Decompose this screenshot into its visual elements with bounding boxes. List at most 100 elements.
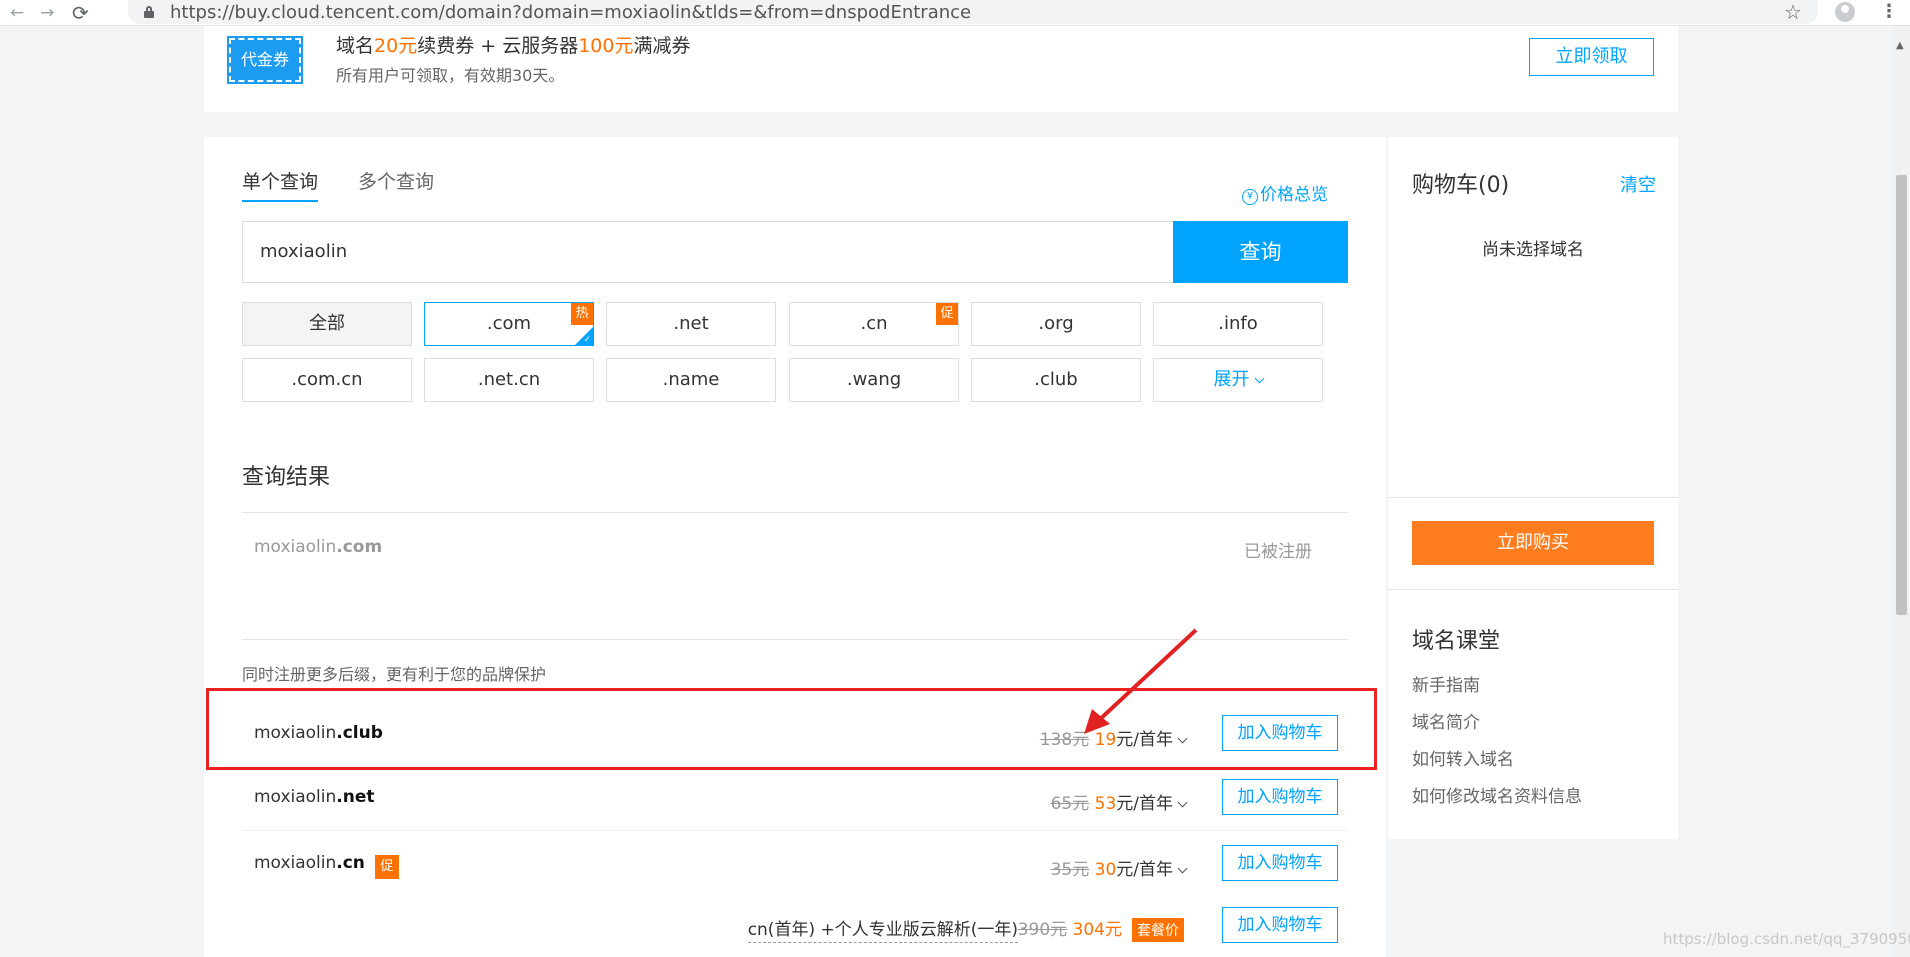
- scroll-up-arrow-icon[interactable]: ▲: [1896, 40, 1904, 51]
- divider: [1388, 497, 1678, 498]
- coupon-amount: 100元: [578, 35, 634, 57]
- sale-price: 53: [1094, 794, 1117, 814]
- bundle-offer-row: cn(首年) +个人专业版云解析(一年) 390元 304元 套餐价 加入购物车: [242, 907, 1348, 957]
- watermark-text: https://blog.csdn.net/qq_37909508: [1663, 930, 1910, 948]
- cart-panel: 购物车(0) 清空 尚未选择域名 立即购买 域名课堂 新手指南 域名简介 如何转…: [1388, 137, 1678, 839]
- bundle-description[interactable]: cn(首年) +个人专业版云解析(一年): [747, 915, 1018, 943]
- coupon-banner: 代金券 域名20元续费券 + 云服务器100元满减券 所有用户可领取，有效期30…: [204, 26, 1678, 112]
- domain-search-panel: 单个查询 多个查询 ¥ 价格总览 moxiaolin 查询 全部 .com 热 ✓…: [204, 137, 1386, 957]
- price-overview-label: 价格总览: [1260, 185, 1328, 205]
- price-unit: 元: [1105, 920, 1122, 940]
- coupon-title-part: 域名: [336, 35, 375, 57]
- more-suffix-hint: 同时注册更多后缀，更有利于您的品牌保护: [242, 665, 547, 684]
- domain-tld: .com: [336, 537, 383, 557]
- tld-wang[interactable]: .wang: [789, 358, 959, 402]
- price-unit: 元/首年: [1116, 794, 1173, 814]
- domain-tld: .cn: [336, 853, 365, 873]
- profile-avatar-icon[interactable]: [1835, 2, 1855, 22]
- bookmark-star-icon[interactable]: ☆: [1784, 0, 1802, 24]
- coupon-ticket-icon: 代金券: [227, 36, 303, 84]
- cart-empty-message: 尚未选择域名: [1482, 240, 1584, 260]
- package-price-tag: 套餐价: [1132, 918, 1184, 942]
- url-text[interactable]: https://buy.cloud.tencent.com/domain?dom…: [170, 2, 971, 23]
- results-title: 查询结果: [242, 465, 331, 490]
- chevron-down-icon: [1254, 373, 1264, 384]
- tld-net-cn[interactable]: .net.cn: [424, 358, 594, 402]
- add-to-cart-button[interactable]: 加入购物车: [1222, 779, 1338, 815]
- tld-all[interactable]: 全部: [242, 302, 412, 346]
- domain-result-row: moxiaolin.net 65元 53元/首年 加入购物车: [242, 767, 1348, 831]
- promo-tag: 促: [936, 303, 958, 325]
- clear-cart-link[interactable]: 清空: [1620, 171, 1656, 197]
- classroom-link[interactable]: 域名简介: [1412, 708, 1480, 733]
- tld-label: .cn: [860, 313, 888, 334]
- registered-status: 已被注册: [1244, 542, 1312, 562]
- coupon-title: 域名20元续费券 + 云服务器100元满减券: [336, 31, 690, 58]
- domain-name: moxiaolin.cn 促: [254, 853, 399, 879]
- original-price: 65元: [1050, 794, 1090, 814]
- domain-stem: moxiaolin: [254, 537, 337, 557]
- domain-stem: moxiaolin: [254, 853, 337, 873]
- tld-club[interactable]: .club: [971, 358, 1141, 402]
- tld-com[interactable]: .com 热 ✓: [424, 302, 594, 346]
- browser-menu-icon[interactable]: ⋮: [1880, 1, 1898, 22]
- tld-name[interactable]: .name: [606, 358, 776, 402]
- annotation-highlight-box: [206, 688, 1377, 770]
- divider: [1388, 589, 1678, 590]
- sale-price: 30: [1094, 860, 1117, 880]
- original-price: 35元: [1050, 860, 1090, 880]
- classroom-link[interactable]: 新手指南: [1412, 671, 1480, 696]
- claim-coupon-button[interactable]: 立即领取: [1529, 38, 1654, 76]
- tab-multi-query[interactable]: 多个查询: [358, 167, 434, 200]
- reload-icon[interactable]: ⟳: [72, 3, 89, 23]
- add-to-cart-button[interactable]: 加入购物车: [1222, 845, 1338, 881]
- tld-cn[interactable]: .cn 促: [789, 302, 959, 346]
- add-bundle-to-cart-button[interactable]: 加入购物车: [1222, 907, 1338, 943]
- coupon-title-part: 满减券: [633, 35, 691, 57]
- domain-stem: moxiaolin: [254, 787, 337, 807]
- price-icon: ¥: [1242, 189, 1258, 205]
- search-button[interactable]: 查询: [1173, 221, 1348, 283]
- check-mark-icon: ✓: [583, 335, 591, 345]
- chevron-down-icon: [1177, 797, 1188, 808]
- domain-search-input[interactable]: moxiaolin: [242, 221, 1176, 283]
- buy-now-button[interactable]: 立即购买: [1412, 521, 1654, 565]
- tld-net[interactable]: .net: [606, 302, 776, 346]
- tld-info[interactable]: .info: [1153, 302, 1323, 346]
- domain-tld: .net: [336, 787, 375, 807]
- tld-label: .com: [486, 313, 532, 334]
- tld-com-cn[interactable]: .com.cn: [242, 358, 412, 402]
- sale-price: 304: [1072, 920, 1105, 940]
- coupon-subtitle: 所有用户可领取，有效期30天。: [336, 66, 565, 85]
- divider: [242, 512, 1348, 513]
- domain-price[interactable]: 35元 30元/首年: [1050, 855, 1188, 880]
- coupon-title-part: 续费券 + 云服务器: [417, 35, 579, 57]
- bundle-price: 390元 304元 套餐价: [1018, 915, 1184, 942]
- domain-classroom-title: 域名课堂: [1412, 629, 1501, 654]
- classroom-link[interactable]: 如何修改域名资料信息: [1412, 782, 1582, 807]
- browser-toolbar: ← → ⟳ https://buy.cloud.tencent.com/doma…: [0, 0, 1910, 26]
- scrollbar-thumb[interactable]: [1896, 175, 1907, 615]
- cart-title: 购物车(0): [1412, 173, 1510, 198]
- promo-badge: 促: [374, 855, 399, 879]
- expand-tlds-button[interactable]: 展开: [1153, 358, 1323, 402]
- domain-name: moxiaolin.net: [254, 787, 374, 807]
- domain-result-row: moxiaolin.cn 促 35元 30元/首年 加入购物车: [242, 833, 1348, 897]
- row-divider: [242, 830, 1348, 831]
- price-unit: 元/首年: [1116, 860, 1173, 880]
- classroom-link[interactable]: 如何转入域名: [1412, 745, 1514, 770]
- coupon-amount: 20元: [374, 35, 418, 57]
- registered-domain: moxiaolin.com: [254, 537, 382, 557]
- address-bar[interactable]: https://buy.cloud.tencent.com/domain?dom…: [128, 0, 1818, 24]
- back-icon[interactable]: ←: [10, 3, 24, 23]
- domain-price[interactable]: 65元 53元/首年: [1050, 789, 1188, 814]
- original-price: 390元: [1017, 920, 1068, 940]
- expand-label: 展开: [1213, 369, 1250, 390]
- price-overview-link[interactable]: ¥ 价格总览: [1242, 180, 1328, 205]
- forward-icon[interactable]: →: [40, 3, 54, 23]
- chevron-down-icon: [1177, 863, 1188, 874]
- tab-single-query[interactable]: 单个查询: [242, 167, 319, 202]
- hot-tag: 热: [571, 303, 593, 325]
- lock-icon: [144, 6, 154, 18]
- tld-org[interactable]: .org: [971, 302, 1141, 346]
